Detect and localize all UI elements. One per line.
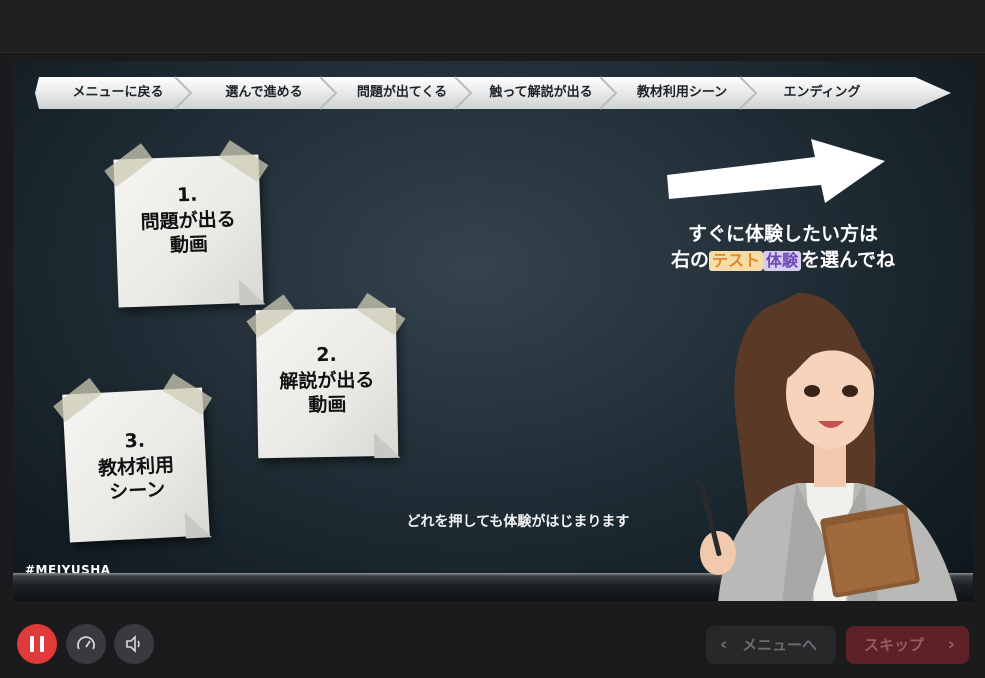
- chapter-menu-return[interactable]: メニューに戻る: [53, 75, 183, 111]
- chapter-touch-explanation[interactable]: 触って解説が出る: [473, 75, 609, 111]
- chapter-choose-proceed[interactable]: 選んで進める: [195, 75, 333, 111]
- pause-icon: [30, 636, 34, 652]
- chevron-right-icon: ›: [947, 634, 955, 655]
- tape-left: [104, 143, 154, 187]
- tape-right: [356, 292, 406, 336]
- player-top-bar: [0, 0, 985, 53]
- cta-line2: 右の テスト 体験 を選んでね: [633, 247, 933, 273]
- right-arrow-icon: [667, 139, 885, 203]
- cta-line1: すぐに体験したい方は: [687, 223, 878, 245]
- tag-experience: 体験: [762, 251, 801, 271]
- option-note-1[interactable]: 1. 問題が出る 動画: [104, 140, 269, 308]
- option-note-2[interactable]: 2. 解説が出る 動画: [246, 292, 406, 459]
- page-curl: [238, 278, 266, 306]
- chapter-progress-bar: メニューに戻る 選んで進める 問題が出てくる 触って解説が出る 教材利用シーン …: [35, 75, 953, 111]
- video-stage[interactable]: メニューに戻る 選んで進める 問題が出てくる 触って解説が出る 教材利用シーン …: [13, 61, 973, 601]
- skip-button-label: スキップ: [864, 636, 925, 654]
- pause-button[interactable]: [17, 624, 57, 664]
- skip-button[interactable]: スキップ ›: [846, 626, 969, 664]
- note-number: 2.: [316, 343, 337, 367]
- note-number: 1.: [176, 183, 198, 207]
- page-curl: [373, 431, 401, 459]
- tape-right: [218, 140, 269, 182]
- menu-button-label: メニューへ: [742, 636, 818, 654]
- chevron-left-icon: ‹: [720, 634, 728, 655]
- tape-right: [162, 373, 213, 415]
- option-note-3[interactable]: 3. 教材利用 シーン: [53, 373, 213, 543]
- note-title-line2: 動画: [169, 233, 209, 257]
- tape-left: [53, 377, 102, 423]
- tag-test: テスト: [708, 251, 763, 271]
- cta-prefix: 右の: [670, 249, 709, 271]
- note-title-line1: 解説が出る: [279, 369, 375, 393]
- pause-icon-bar: [40, 636, 44, 652]
- player-controls: ‹ メニューへ スキップ ›: [0, 610, 985, 678]
- chapter-ending[interactable]: エンディング: [757, 75, 887, 111]
- call-to-action: すぐに体験したい方は 右の テスト 体験 を選んでね: [633, 221, 933, 273]
- speedometer-icon: [77, 636, 95, 650]
- volume-button[interactable]: [114, 624, 154, 664]
- speaker-icon: [126, 635, 140, 653]
- bottom-caption: どれを押しても体験がはじまります: [406, 514, 630, 530]
- note-title-line2: 動画: [308, 393, 347, 417]
- chapter-material-usage[interactable]: 教材利用シーン: [617, 75, 747, 111]
- presenter-illustration: [699, 293, 958, 601]
- menu-button[interactable]: ‹ メニューへ: [706, 626, 836, 664]
- chapter-question-appears[interactable]: 問題が出てくる: [338, 75, 466, 111]
- cta-suffix: を選んでね: [800, 249, 896, 271]
- page-curl: [184, 511, 212, 539]
- playback-speed-button[interactable]: [66, 624, 106, 664]
